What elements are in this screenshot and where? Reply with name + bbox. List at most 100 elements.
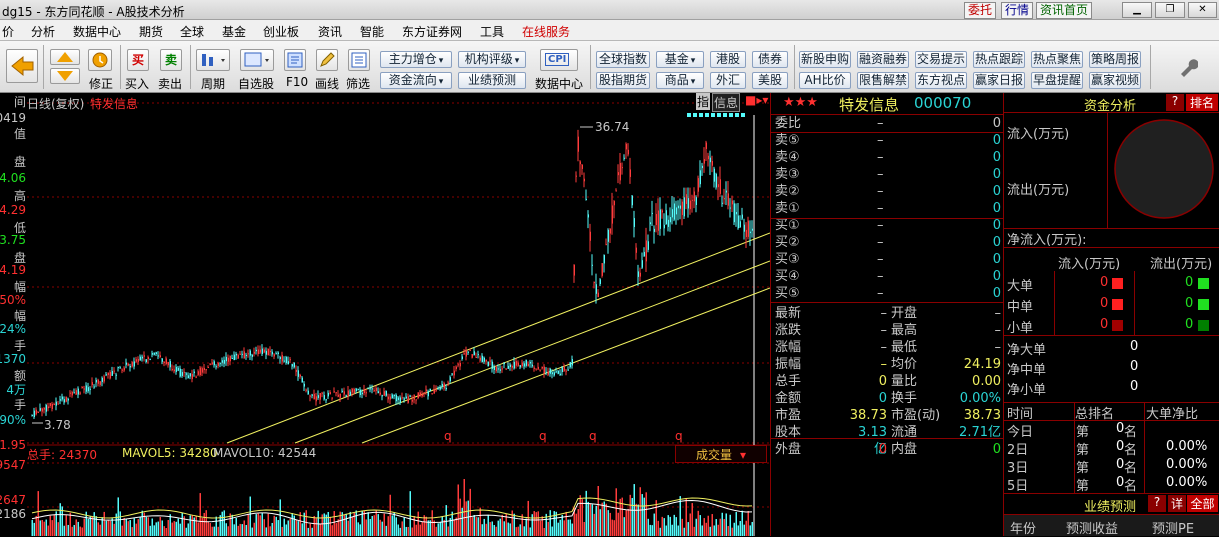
candle-body — [675, 207, 677, 215]
candle-body — [169, 361, 171, 368]
candle-body — [125, 362, 127, 365]
exit-icon[interactable]: ■▸▾ — [745, 93, 768, 107]
earnings-forecast-button[interactable]: 业绩预测 — [458, 72, 526, 89]
minimize-icon[interactable]: ▁ — [1122, 2, 1152, 18]
menu-item[interactable]: 数据中心 — [73, 23, 121, 40]
index-futures-button[interactable]: 股指期货 — [596, 72, 650, 89]
fund-button[interactable]: 基金 — [656, 51, 704, 68]
trade-tips-button[interactable]: 交易提示 — [915, 51, 967, 68]
candle-body — [219, 363, 221, 365]
rank-button[interactable]: 排名 — [1186, 94, 1218, 111]
forex-button[interactable]: 外汇 — [710, 72, 746, 89]
hot-track-button[interactable]: 热点跟踪 — [973, 51, 1025, 68]
period-button[interactable] — [196, 49, 230, 71]
volume-bar — [37, 491, 39, 536]
volume-bar — [603, 501, 605, 536]
restore-icon[interactable]: ❐ — [1155, 2, 1185, 18]
candle-body — [331, 397, 333, 399]
info-button[interactable]: 信息 — [712, 93, 741, 112]
net-inflow-label: 净流入(万元): — [1007, 233, 1087, 248]
margin-trading-button[interactable]: 融资融券 — [857, 51, 909, 68]
hot-focus-button[interactable]: 热点聚焦 — [1031, 51, 1083, 68]
winner-video-button[interactable]: 赢家视频 — [1089, 72, 1141, 89]
us-stock-button[interactable]: 美股 — [752, 72, 788, 89]
menu-item[interactable]: 价 — [2, 23, 14, 40]
close-icon[interactable]: ✕ — [1188, 2, 1217, 18]
menu-item[interactable]: 资讯 — [318, 23, 342, 40]
up-button[interactable] — [50, 49, 80, 65]
forecast-all-button[interactable]: 全部 — [1187, 495, 1218, 512]
fund-flow-button[interactable]: 资金流向 — [380, 72, 452, 89]
menu-item[interactable]: 创业板 — [263, 23, 299, 40]
kline-chart[interactable]: 日线(复权) 特发信息 指 信息 ■▸▾ 36.74 3.78 q q q q … — [27, 93, 770, 536]
event-marker[interactable]: q — [589, 429, 597, 443]
inst-rating-button[interactable]: 机构评级 — [458, 51, 526, 68]
menu-item[interactable]: 东方证券网 — [402, 23, 462, 40]
f10-button[interactable] — [284, 49, 306, 71]
candle-body — [225, 356, 227, 362]
event-marker[interactable]: q — [675, 429, 683, 443]
stock-code: 000070 — [914, 94, 972, 112]
candle-body — [129, 366, 131, 368]
candle-body — [121, 369, 123, 371]
strategy-weekly-button[interactable]: 策略周报 — [1089, 51, 1141, 68]
ipo-subscribe-button[interactable]: 新股申购 — [799, 51, 851, 68]
sell-button[interactable]: 卖 — [160, 49, 182, 71]
buy-button[interactable]: 买 — [127, 49, 149, 71]
order-book-label: 卖③ — [775, 167, 800, 182]
cpi-button[interactable]: CPI — [540, 49, 578, 71]
candle-body — [217, 362, 219, 366]
morning-alert-button[interactable]: 早盘提醒 — [1031, 72, 1083, 89]
lockup-release-button[interactable]: 限售解禁 — [857, 72, 909, 89]
candle-body — [697, 178, 699, 192]
index-button[interactable]: 指 — [696, 93, 711, 110]
menu-item[interactable]: 分析 — [31, 23, 55, 40]
menu-item[interactable]: 在线服务 — [522, 23, 570, 40]
event-marker[interactable]: q — [539, 429, 547, 443]
east-view-button[interactable]: 东方视点 — [915, 72, 967, 89]
fix-button[interactable] — [88, 49, 112, 71]
draw-button[interactable] — [316, 49, 338, 71]
info-home-button[interactable]: 资讯首页 — [1036, 2, 1093, 19]
winner-daily-button[interactable]: 赢家日报 — [973, 72, 1025, 89]
volume-bar — [651, 525, 653, 536]
forecast-detail-button[interactable]: 详 — [1168, 495, 1186, 512]
period-label: 周期 — [201, 77, 226, 91]
filter-button[interactable] — [348, 49, 370, 71]
global-index-button[interactable]: 全球指数 — [596, 51, 650, 68]
bond-button[interactable]: 债券 — [752, 51, 788, 68]
market-button[interactable]: 行情 — [1001, 2, 1034, 19]
main-increase-button[interactable]: 主力增仓 — [380, 51, 452, 68]
back-button[interactable] — [6, 49, 38, 83]
commodity-button[interactable]: 商品 — [656, 72, 704, 89]
order-button[interactable]: 委托 — [964, 2, 997, 19]
ah-ratio-button[interactable]: AH比价 — [799, 72, 851, 89]
candle-body — [463, 353, 465, 355]
volume-dropdown[interactable]: 成交量 ▾ — [675, 445, 767, 463]
menu-item[interactable]: 基金 — [222, 23, 246, 40]
down-button[interactable] — [50, 68, 80, 84]
candle-body — [289, 359, 291, 361]
order-book-row: 卖③ – 0 — [771, 166, 1004, 183]
candle-body — [53, 403, 55, 405]
volume-bar — [201, 517, 203, 536]
candle-body — [343, 391, 345, 395]
menu-item[interactable]: 智能 — [360, 23, 384, 40]
event-marker[interactable]: q — [444, 429, 452, 443]
fund-flow-header: 资金分析 ? 排名 — [1004, 93, 1219, 114]
menu-item[interactable]: 全球 — [180, 23, 204, 40]
volume-bar — [41, 519, 43, 536]
forecast-help-button[interactable]: ? — [1148, 495, 1166, 512]
hk-stock-button[interactable]: 港股 — [710, 51, 746, 68]
wrench-icon[interactable] — [1178, 57, 1199, 80]
volume-bar — [239, 523, 241, 536]
volume-bar — [75, 519, 77, 536]
volume-bar — [611, 519, 613, 536]
menu-item[interactable]: 工具 — [480, 23, 504, 40]
menu-item[interactable]: 期货 — [139, 23, 163, 40]
watchlist-button[interactable] — [240, 49, 274, 71]
candle-body — [669, 217, 671, 223]
candle-body — [37, 412, 39, 414]
help-button[interactable]: ? — [1166, 94, 1184, 111]
candle-body — [367, 388, 369, 390]
